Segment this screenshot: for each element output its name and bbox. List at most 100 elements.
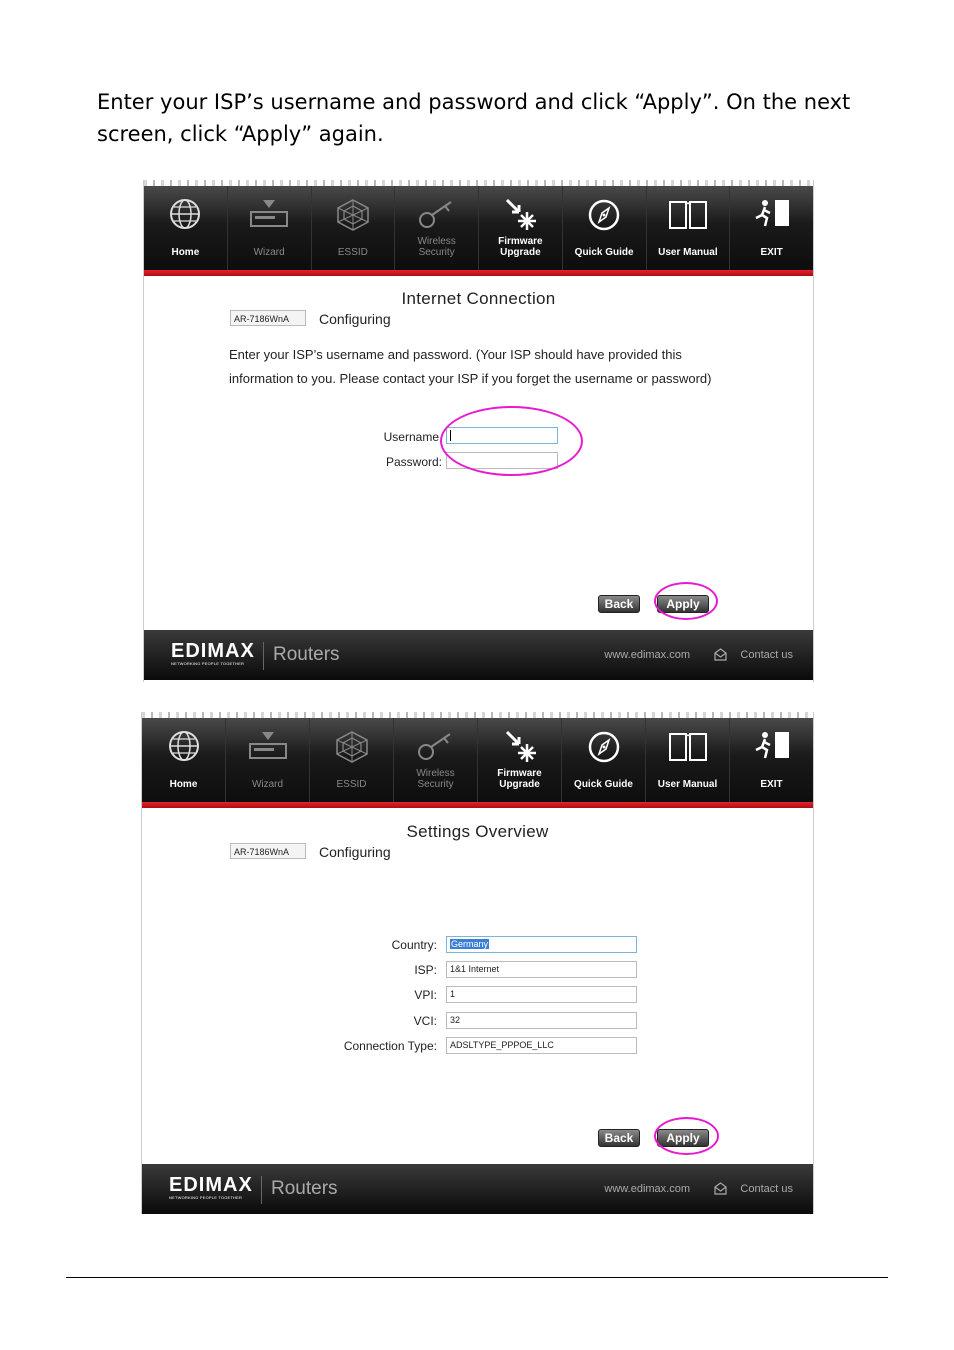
- product-label: Routers: [273, 644, 340, 665]
- product-label: Routers: [271, 1178, 338, 1199]
- website-link[interactable]: www.edimax.com: [604, 1183, 690, 1195]
- contact-link[interactable]: Contact us: [740, 1183, 793, 1195]
- exit-icon: [754, 732, 789, 759]
- vci-field[interactable]: 32: [446, 1012, 637, 1029]
- isp-value: 1&1 Internet: [450, 964, 500, 974]
- nav-wireless-label-1: Wireless: [417, 236, 456, 247]
- vpi-label: VPI:: [414, 988, 437, 1002]
- nav-wizard[interactable]: Wizard: [228, 186, 312, 270]
- router-nav-bar: Home Wizard ESSID Wireless Security Firmw…: [144, 186, 813, 270]
- nav-firmware-upgrade[interactable]: Firmware Upgrade: [478, 718, 562, 802]
- nav-quick-guide-label: Quick Guide: [574, 779, 633, 790]
- nav-wireless-security[interactable]: Wireless Security: [395, 186, 479, 270]
- isp-label: ISP:: [414, 963, 437, 977]
- edimax-logo: EDIMAX: [169, 1174, 253, 1196]
- footer-divider: [261, 1176, 262, 1204]
- instruction-text: Enter your ISP’s username and password a…: [97, 90, 851, 146]
- highlight-circle: [654, 1117, 719, 1155]
- nav-wireless-label-2: Security: [418, 247, 455, 258]
- nav-essid-label: ESSID: [336, 779, 367, 790]
- nav-wireless-label-1: Wireless: [416, 768, 455, 779]
- logo-tagline: NETWORKING PEOPLE TOGETHER: [169, 1195, 243, 1200]
- nav-firmware-upgrade[interactable]: Firmware Upgrade: [479, 186, 563, 270]
- nav-firmware-label-2: Upgrade: [499, 779, 540, 790]
- internet-connection-screenshot: Home Wizard ESSID Wireless Security Firmw…: [143, 180, 814, 682]
- nav-home[interactable]: Home: [142, 718, 226, 802]
- router-footer: EDIMAX NETWORKING PEOPLE TOGETHER Router…: [142, 1164, 813, 1214]
- model-badge: AR-7186WnA: [230, 310, 306, 326]
- nav-essid[interactable]: ESSID: [310, 718, 394, 802]
- envelope-icon: [714, 1182, 727, 1195]
- nav-firmware-label-1: Firmware: [497, 768, 542, 779]
- exit-icon: [755, 200, 789, 227]
- connection-type-label: Connection Type:: [343, 1039, 437, 1053]
- instructions-paragraph: Enter your ISP’s username and password. …: [229, 347, 712, 386]
- nav-exit[interactable]: EXIT: [730, 186, 813, 270]
- firmware-upgrade-icon: [505, 730, 536, 762]
- nav-exit-label: EXIT: [760, 779, 783, 790]
- contact-link[interactable]: Contact us: [740, 649, 793, 661]
- nav-exit[interactable]: EXIT: [730, 718, 813, 802]
- nav-home[interactable]: Home: [144, 186, 228, 270]
- isp-field[interactable]: 1&1 Internet: [446, 961, 637, 978]
- nav-quick-guide[interactable]: Quick Guide: [562, 718, 646, 802]
- nav-firmware-label-1: Firmware: [498, 236, 543, 247]
- globe-icon: [168, 731, 199, 761]
- vpi-value: 1: [450, 989, 456, 999]
- web-icon: [335, 731, 368, 763]
- accent-bar: [144, 270, 813, 276]
- nav-essid[interactable]: ESSID: [312, 186, 396, 270]
- router-nav-bar: Home Wizard ESSID Wireless Security Firmw…: [142, 718, 813, 802]
- step-label: Configuring: [319, 311, 391, 327]
- firmware-upgrade-icon: [506, 198, 537, 230]
- back-button[interactable]: Back: [598, 1129, 640, 1147]
- nav-user-manual[interactable]: User Manual: [647, 186, 731, 270]
- vci-value: 32: [450, 1015, 461, 1025]
- password-label: Password:: [385, 455, 442, 469]
- vci-label: VCI:: [413, 1014, 437, 1028]
- highlight-circle: [654, 582, 718, 620]
- page-title: Settings Overview: [406, 822, 549, 841]
- logo-tagline: NETWORKING PEOPLE TOGETHER: [171, 661, 245, 666]
- highlight-circle: [440, 406, 583, 476]
- model-badge: AR-7186WnA: [230, 843, 306, 859]
- book-icon: [668, 201, 707, 229]
- connection-type-field[interactable]: ADSLTYPE_PPPOE_LLC: [446, 1037, 637, 1054]
- vpi-field[interactable]: 1: [446, 986, 637, 1003]
- website-link[interactable]: www.edimax.com: [604, 649, 690, 661]
- nav-quick-guide-label: Quick Guide: [574, 247, 634, 258]
- back-button[interactable]: Back: [598, 595, 640, 613]
- nav-essid-label: ESSID: [337, 247, 368, 258]
- nav-wireless-security[interactable]: Wireless Security: [394, 718, 478, 802]
- nav-wireless-label-2: Security: [417, 779, 454, 790]
- compass-icon: [588, 731, 619, 763]
- step-label: Configuring: [319, 844, 391, 860]
- country-label: Country:: [391, 938, 437, 952]
- nav-wizard-label: Wizard: [253, 247, 285, 258]
- nav-user-manual[interactable]: User Manual: [646, 718, 730, 802]
- nav-user-manual-label: User Manual: [658, 247, 718, 258]
- nav-firmware-label-2: Upgrade: [500, 247, 541, 258]
- nav-wizard[interactable]: Wizard: [226, 718, 310, 802]
- nav-home-label: Home: [171, 247, 200, 258]
- wizard-icon: [248, 732, 287, 759]
- key-icon: [418, 201, 452, 228]
- nav-wizard-label: Wizard: [251, 779, 284, 790]
- accent-bar: [142, 802, 813, 808]
- nav-quick-guide[interactable]: Quick Guide: [563, 186, 647, 270]
- connection-type-value: ADSLTYPE_PPPOE_LLC: [450, 1040, 554, 1050]
- router-footer: EDIMAX NETWORKING PEOPLE TOGETHER Router…: [144, 630, 813, 680]
- edimax-logo: EDIMAX: [171, 640, 255, 662]
- country-field[interactable]: Germany: [446, 936, 637, 953]
- nav-exit-label: EXIT: [760, 247, 783, 258]
- settings-overview-screenshot: Home Wizard ESSID Wireless Security Firmw…: [141, 712, 814, 1214]
- key-icon: [417, 733, 451, 760]
- wizard-icon: [250, 200, 289, 227]
- book-icon: [668, 733, 707, 761]
- nav-home-label: Home: [169, 779, 198, 790]
- username-label: Username: [383, 430, 439, 444]
- footer-divider: [263, 642, 264, 670]
- country-value: Germany: [450, 939, 490, 949]
- globe-icon: [170, 199, 201, 229]
- page-title: Internet Connection: [401, 289, 556, 308]
